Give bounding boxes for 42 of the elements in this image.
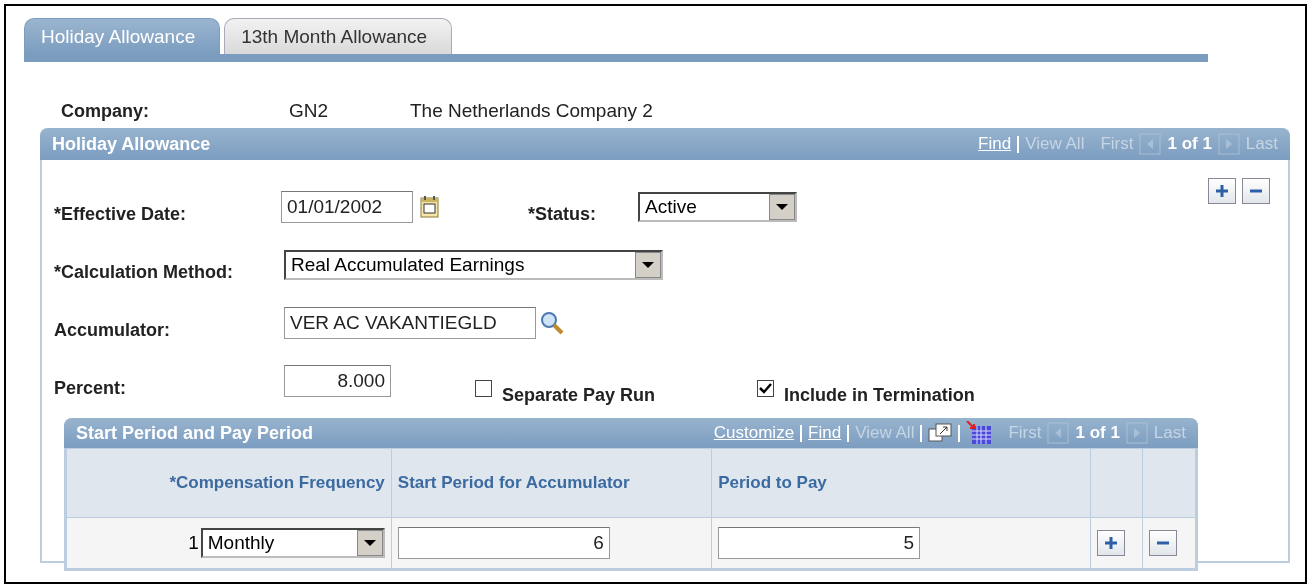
period-to-pay-field[interactable]: 5 bbox=[718, 527, 921, 559]
calendar-icon[interactable] bbox=[420, 195, 440, 219]
company-code: GN2 bbox=[289, 100, 330, 122]
add-row-button[interactable] bbox=[1208, 178, 1236, 204]
section-title: Holiday Allowance bbox=[52, 133, 211, 155]
delete-row-button[interactable] bbox=[1242, 178, 1270, 204]
search-icon[interactable] bbox=[539, 310, 565, 336]
plus-icon bbox=[1214, 183, 1230, 199]
row-number: 1 bbox=[188, 532, 199, 554]
field-label: Percent: bbox=[54, 376, 128, 399]
caret-icon bbox=[362, 539, 377, 547]
field-label: *Calculation Method: bbox=[54, 260, 234, 283]
row-count: 1 of 1 bbox=[1075, 423, 1120, 443]
field-label: Accumulator: bbox=[54, 318, 171, 341]
checkbox-label: Include in Termination bbox=[784, 383, 976, 406]
calculation-method-dropdown[interactable]: Real Accumulated Earnings bbox=[284, 250, 663, 280]
company-name: The Netherlands Company 2 bbox=[410, 100, 653, 122]
new-window-icon[interactable] bbox=[928, 423, 953, 443]
grid-title: Start Period and Pay Period bbox=[76, 422, 314, 444]
column-header: Start Period for Accumulator bbox=[391, 448, 712, 518]
status-dropdown[interactable]: Active bbox=[638, 192, 797, 222]
checkbox[interactable] bbox=[757, 379, 774, 397]
start-period-field[interactable]: 6 bbox=[397, 527, 610, 559]
delete-row-button[interactable] bbox=[1149, 530, 1178, 556]
accumulator-field[interactable]: VER AC VAKANTIEGLD bbox=[284, 307, 536, 339]
percent-field[interactable]: 8.000 bbox=[284, 365, 391, 397]
column-header: Period to Pay bbox=[711, 448, 1091, 518]
field-label: Company: bbox=[61, 100, 150, 122]
date-field[interactable]: 01/01/2002 bbox=[281, 191, 413, 223]
field-label: *Effective Date: bbox=[54, 202, 188, 225]
field-label: *Status: bbox=[528, 202, 597, 225]
plus-icon bbox=[1102, 535, 1119, 551]
checkbox-label: Separate Pay Run bbox=[502, 383, 657, 406]
checkbox[interactable] bbox=[475, 379, 492, 397]
tab[interactable]: 13th Month Allowance bbox=[224, 18, 453, 54]
grid-download-icon[interactable] bbox=[966, 421, 993, 445]
row-count: 1 of 1 bbox=[1167, 134, 1212, 154]
column-header: *Compensation Frequency bbox=[66, 448, 392, 518]
caret-icon bbox=[641, 261, 655, 269]
add-row-button[interactable] bbox=[1096, 530, 1125, 556]
caret-icon bbox=[775, 203, 789, 211]
frequency-dropdown[interactable]: Monthly bbox=[200, 528, 385, 558]
